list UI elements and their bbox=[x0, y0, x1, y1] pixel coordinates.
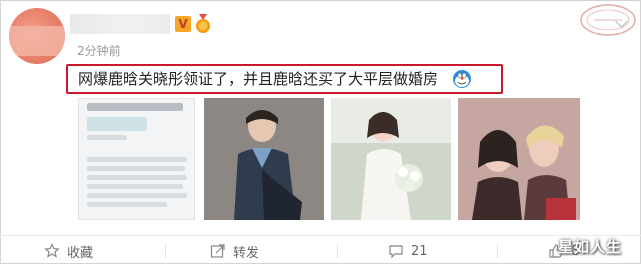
action-separator bbox=[337, 244, 338, 258]
favorite-button[interactable]: 收藏 bbox=[44, 240, 93, 262]
action-separator bbox=[497, 244, 498, 258]
post-text: 网爆鹿晗关晓彤领证了，并且鹿晗还买了大平层做婚房 bbox=[78, 70, 439, 88]
share-icon bbox=[210, 244, 225, 258]
username-redacted[interactable] bbox=[70, 14, 170, 34]
medal-icon bbox=[196, 14, 210, 33]
repost-label: 转发 bbox=[233, 245, 260, 261]
comment-button[interactable]: 21 bbox=[388, 240, 428, 262]
post-timestamp[interactable]: 2分钟前 bbox=[77, 43, 121, 59]
comment-icon bbox=[389, 245, 403, 259]
favorite-label: 收藏 bbox=[67, 245, 94, 261]
action-separator bbox=[165, 244, 166, 258]
vip-badge-icon: V bbox=[175, 16, 191, 32]
comment-count: 21 bbox=[411, 243, 428, 259]
avatar[interactable] bbox=[9, 8, 65, 64]
photo-thumbnail-document[interactable] bbox=[78, 98, 195, 220]
photo-thumbnail-man-seated[interactable] bbox=[204, 98, 324, 220]
photo-thumbnail-bride[interactable] bbox=[331, 98, 451, 220]
repost-button[interactable]: 转发 bbox=[210, 240, 259, 262]
author-watermark: 星如人生 bbox=[558, 238, 623, 256]
doraemon-emoji-icon bbox=[453, 70, 471, 88]
star-icon bbox=[44, 243, 60, 258]
stamp-watermark bbox=[580, 4, 636, 36]
photo-thumbnail-couple[interactable] bbox=[458, 98, 580, 220]
action-bar-divider bbox=[0, 235, 641, 236]
